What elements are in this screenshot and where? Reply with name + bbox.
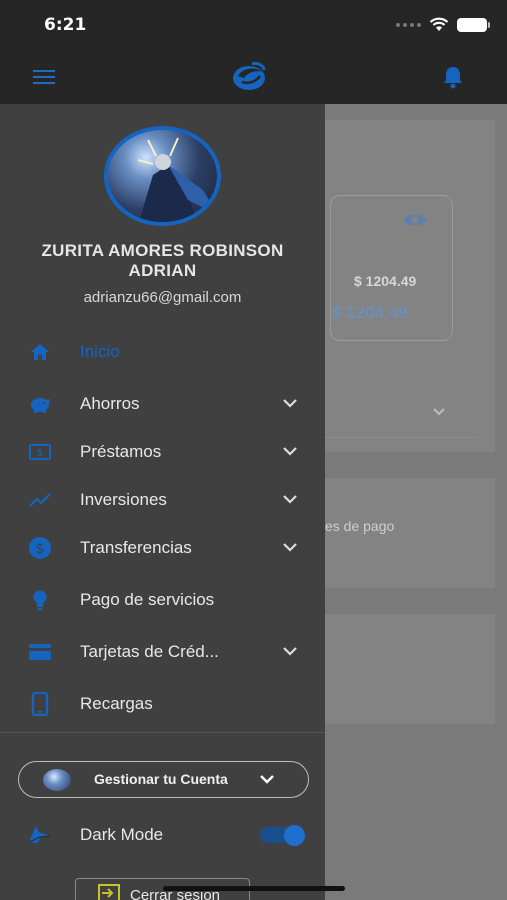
menu-item-ahorros[interactable]: Ahorros [0, 382, 325, 426]
menu-item-inversiones[interactable]: Inversiones [0, 478, 325, 522]
menu-item-transferencias[interactable]: $ Transferencias [0, 526, 325, 570]
dark-mode-toggle[interactable] [260, 825, 306, 846]
logout-icon [98, 884, 120, 900]
menu-item-prestamos[interactable]: $ Préstamos [0, 430, 325, 474]
menu-item-tarjetas-credito[interactable]: Tarjetas de Créd... [0, 630, 325, 674]
chevron-down-icon [283, 495, 297, 504]
user-name: ZURITA AMORES ROBINSON ADRIAN [41, 241, 284, 280]
eye-icon [403, 214, 427, 226]
notification-bell-icon[interactable] [442, 65, 464, 89]
status-time: 6:21 [44, 15, 87, 35]
chevron-down-icon [260, 775, 274, 784]
navigation-drawer: ZURITA AMORES ROBINSON ADRIAN adrianzu66… [0, 104, 325, 900]
signal-icon [396, 22, 421, 27]
payments-text: es de pago [325, 518, 395, 534]
money-icon: $ [29, 444, 51, 460]
dollar-circle-icon: $ [29, 537, 51, 559]
bank-logo-icon [233, 62, 266, 90]
menu-icon[interactable] [33, 70, 55, 88]
menu-item-label: Tarjetas de Créd... [80, 642, 219, 661]
user-avatar[interactable] [104, 126, 221, 226]
menu-item-label: Préstamos [80, 442, 162, 461]
svg-text:$: $ [36, 541, 45, 557]
menu-item-recargas[interactable]: Recargas [0, 682, 325, 726]
drawer-divider [0, 732, 325, 733]
divider [310, 437, 475, 438]
status-bar: 6:21 [0, 0, 507, 50]
moon-icon [28, 826, 51, 843]
info-card [300, 614, 495, 724]
menu-item-label: Pago de servicios [80, 590, 215, 609]
menu-item-inicio[interactable]: Inicio [0, 330, 325, 374]
app-screen: 6:21 $ 1204.49 $ 1204.49 es de pago ZURI… [0, 0, 507, 900]
chevron-down-icon [283, 399, 297, 408]
user-email: adrianzu66@gmail.com [83, 289, 242, 306]
chevron-down-icon [433, 408, 445, 416]
trending-up-icon [29, 493, 51, 507]
menu-item-label: Transferencias [80, 538, 192, 557]
piggy-bank-icon [31, 398, 50, 413]
home-icon [31, 344, 49, 360]
wifi-icon [429, 17, 449, 31]
balance-amount: $ 1204.49 [354, 273, 417, 289]
lightbulb-icon [33, 590, 47, 610]
chevron-down-icon [283, 447, 297, 456]
account-avatar [43, 769, 71, 791]
chevron-down-icon [283, 647, 297, 656]
home-indicator[interactable] [163, 886, 345, 891]
app-header [0, 50, 507, 104]
menu-item-label: Recargas [80, 694, 153, 713]
menu-item-label: Inversiones [80, 490, 167, 509]
chevron-down-icon [283, 543, 297, 552]
dark-mode-label: Dark Mode [80, 825, 164, 844]
menu-item-pago-servicios[interactable]: Pago de servicios [0, 578, 325, 622]
manage-account-label: Gestionar tu Cuenta [94, 771, 228, 787]
phone-icon [31, 692, 49, 716]
toggle-knob [284, 825, 305, 846]
svg-text:$: $ [37, 448, 43, 459]
dark-mode-row: Dark Mode [0, 814, 325, 854]
credit-card-icon [29, 644, 51, 660]
status-icons [396, 17, 490, 32]
available-amount: $ 1204.49 [332, 303, 408, 322]
manage-account-button[interactable]: Gestionar tu Cuenta [18, 761, 309, 798]
menu-item-label: Ahorros [80, 394, 140, 413]
battery-icon [457, 17, 490, 32]
menu-item-label: Inicio [80, 342, 120, 361]
